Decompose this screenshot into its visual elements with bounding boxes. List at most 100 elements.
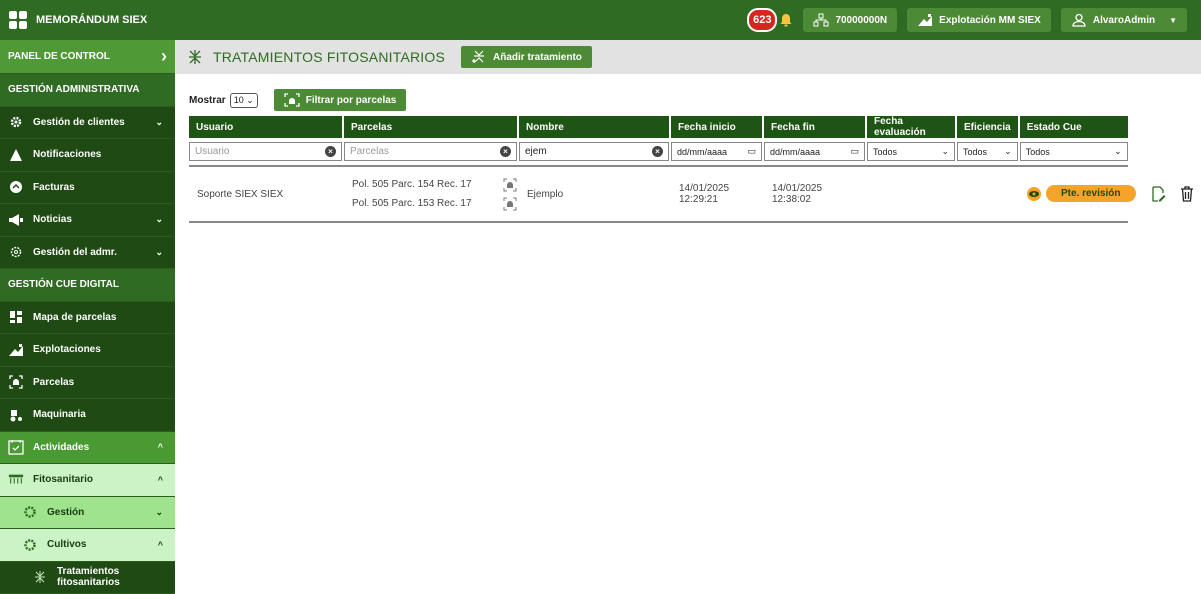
edit-icon[interactable] bbox=[1150, 185, 1166, 202]
eficiencia-filter-select[interactable]: Todos ⌄ bbox=[957, 142, 1018, 161]
parcel-icon[interactable] bbox=[503, 197, 517, 211]
sidebar-item-facturas[interactable]: Facturas bbox=[0, 172, 175, 204]
parcelas-filter-input[interactable]: Parcelas × bbox=[344, 142, 517, 161]
account-button[interactable]: 70000000N bbox=[803, 8, 898, 32]
sidebar-item-mapa-parcelas[interactable]: Mapa de parcelas bbox=[0, 302, 175, 334]
clear-icon[interactable]: × bbox=[652, 146, 663, 157]
sidebar-item-tratamientos[interactable]: Tratamientos fitosanitarios bbox=[0, 561, 175, 594]
sidebar-item-cultivos[interactable]: Cultivos ^ bbox=[0, 529, 175, 562]
table-toolbar: Mostrar 10 ⌄ Filtrar por parcelas bbox=[175, 74, 1201, 116]
sidebar-item-fitosanitario[interactable]: Fitosanitario ^ bbox=[0, 464, 175, 497]
sidebar-item-explotaciones[interactable]: Explotaciones bbox=[0, 334, 175, 367]
nombre-filter-input[interactable]: ejem × bbox=[519, 142, 669, 161]
parcel-icon[interactable] bbox=[503, 178, 517, 192]
account-id: 70000000N bbox=[835, 14, 888, 26]
fecha-evaluacion-filter-select[interactable]: Todos ⌄ bbox=[867, 142, 955, 161]
fecha-fin-placeholder: dd/mm/aaaa bbox=[770, 146, 821, 157]
clear-icon[interactable]: × bbox=[325, 146, 336, 157]
clear-icon[interactable]: × bbox=[500, 146, 511, 157]
explotacion-button[interactable]: Explotación MM SIEX bbox=[907, 8, 1051, 32]
user-name: AlvaroAdmin bbox=[1092, 14, 1156, 26]
chevron-down-icon: ▼ bbox=[1169, 15, 1177, 25]
column-header-eficiencia[interactable]: Eficiencia bbox=[957, 116, 1018, 138]
fecha-inicio-filter-input[interactable]: dd/mm/aaaa ▭ bbox=[671, 142, 762, 161]
user-menu-button[interactable]: AlvaroAdmin ▼ bbox=[1060, 8, 1187, 32]
sidebar-item-actividades[interactable]: Actividades ^ bbox=[0, 431, 175, 464]
sidebar-item-parcelas[interactable]: Parcelas bbox=[0, 367, 175, 399]
calendar-icon[interactable]: ▭ bbox=[747, 146, 756, 157]
sidebar-item-label: Tratamientos fitosanitarios bbox=[57, 566, 120, 589]
user-icon bbox=[1072, 13, 1086, 27]
sidebar: PANEL DE CONTROL › GESTIÓN ADMINISTRATIV… bbox=[0, 40, 175, 594]
column-header-fecha-inicio[interactable]: Fecha inicio bbox=[671, 116, 762, 138]
brand[interactable]: MEMORÁNDUM SIEX bbox=[0, 0, 175, 40]
column-header-fecha-fin[interactable]: Fecha fin bbox=[764, 116, 865, 138]
notification-count: 623 bbox=[747, 8, 778, 32]
treatments-table: Usuario Parcelas Nombre Fecha inicio Fec… bbox=[187, 116, 1193, 223]
sidebar-item-label: Notificaciones bbox=[33, 149, 102, 161]
column-header-estado-cue[interactable]: Estado Cue bbox=[1019, 116, 1128, 138]
sidebar-item-label: Maquinaria bbox=[33, 409, 86, 421]
page-title: TRATAMIENTOS FITOSANITARIOS bbox=[213, 49, 446, 65]
chevron-down-icon: ⌄ bbox=[155, 116, 163, 127]
column-header-parcelas[interactable]: Parcelas bbox=[344, 116, 517, 138]
usuario-filter-input[interactable]: Usuario × bbox=[189, 142, 342, 161]
page-header: TRATAMIENTOS FITOSANITARIOS Añadir trata… bbox=[175, 40, 1201, 74]
section-gestion-administrativa: GESTIÓN ADMINISTRATIVA bbox=[0, 74, 175, 107]
parcel-label: Pol. 505 Parc. 154 Rec. 17 bbox=[352, 179, 472, 190]
column-header-fecha-evaluacion[interactable]: Fecha evaluación bbox=[867, 116, 955, 138]
status-badge: Pte. revisión bbox=[1045, 185, 1136, 202]
date: 14/01/2025 bbox=[679, 183, 730, 194]
section-title: GESTIÓN ADMINISTRATIVA bbox=[8, 84, 140, 96]
fecha-inicio-placeholder: dd/mm/aaaa bbox=[677, 146, 728, 157]
farm-icon bbox=[8, 342, 24, 358]
sidebar-item-noticias[interactable]: Noticias ⌄ bbox=[0, 204, 175, 237]
page-size-label: Mostrar bbox=[189, 94, 226, 106]
chevron-down-icon: ⌄ bbox=[941, 146, 949, 156]
filter-by-parcel-button[interactable]: Filtrar por parcelas bbox=[273, 89, 407, 111]
sidebar-item-label: Explotaciones bbox=[33, 344, 101, 356]
notifications-button[interactable]: 623 bbox=[747, 8, 793, 32]
estado-filter-select[interactable]: Todos ⌄ bbox=[1019, 142, 1128, 161]
sidebar-item-gestion-clientes[interactable]: Gestión de clientes ⌄ bbox=[0, 107, 175, 139]
column-header-usuario[interactable]: Usuario bbox=[189, 116, 342, 138]
filter-label: Filtrar por parcelas bbox=[305, 94, 397, 106]
page-size-select[interactable]: 10 ⌄ bbox=[229, 92, 258, 108]
gear-icon bbox=[8, 114, 24, 130]
chevron-down-icon: ⌄ bbox=[155, 506, 163, 517]
table-row[interactable]: Soporte SIEX SIEX Pol. 505 Parc. 154 Rec… bbox=[189, 167, 1193, 221]
sidebar-item-label: Fitosanitario bbox=[33, 474, 94, 486]
sidebar-item-label: Cultivos bbox=[47, 539, 87, 551]
panel-label: PANEL DE CONTROL bbox=[8, 51, 110, 62]
sidebar-item-gestion[interactable]: Gestión ⌄ bbox=[0, 496, 175, 529]
map-icon bbox=[8, 309, 24, 325]
org-icon bbox=[813, 13, 829, 27]
insect-icon bbox=[189, 50, 201, 64]
column-header-nombre[interactable]: Nombre bbox=[519, 116, 669, 138]
cell-fecha-fin: 14/01/2025 12:38:02 bbox=[764, 167, 865, 221]
fecha-fin-filter-input[interactable]: dd/mm/aaaa ▭ bbox=[764, 142, 865, 161]
eye-icon[interactable] bbox=[1026, 186, 1042, 202]
sidebar-item-gestion-admr[interactable]: Gestión del admr. ⌄ bbox=[0, 237, 175, 269]
parcel-icon bbox=[284, 93, 300, 107]
chevron-down-icon: ⌄ bbox=[155, 246, 163, 257]
sidebar-item-notificaciones[interactable]: Notificaciones bbox=[0, 139, 175, 172]
sidebar-item-label: Gestión bbox=[47, 506, 85, 518]
cell-fecha-inicio: 14/01/2025 12:29:21 bbox=[671, 167, 762, 221]
sidebar-item-maquinaria[interactable]: Maquinaria bbox=[0, 399, 175, 432]
chevron-down-icon: ⌄ bbox=[1114, 146, 1122, 156]
gear-icon bbox=[22, 504, 38, 520]
gear-icon bbox=[22, 537, 38, 553]
usuario-placeholder: Usuario bbox=[195, 146, 230, 157]
panel-de-control[interactable]: PANEL DE CONTROL › bbox=[0, 40, 175, 74]
sidebar-item-label: Actividades bbox=[33, 441, 90, 453]
insect-icon bbox=[32, 569, 48, 585]
main-content: TRATAMIENTOS FITOSANITARIOS Añadir trata… bbox=[175, 40, 1201, 594]
section-gestion-cue-digital: GESTIÓN CUE DIGITAL bbox=[0, 269, 175, 302]
add-treatment-button[interactable]: Añadir tratamiento bbox=[461, 46, 592, 68]
trash-icon[interactable] bbox=[1180, 185, 1194, 202]
parcel-label: Pol. 505 Parc. 153 Rec. 17 bbox=[352, 198, 472, 209]
parcelas-placeholder: Parcelas bbox=[350, 146, 389, 157]
divider bbox=[189, 221, 1128, 223]
calendar-icon[interactable]: ▭ bbox=[850, 146, 859, 157]
